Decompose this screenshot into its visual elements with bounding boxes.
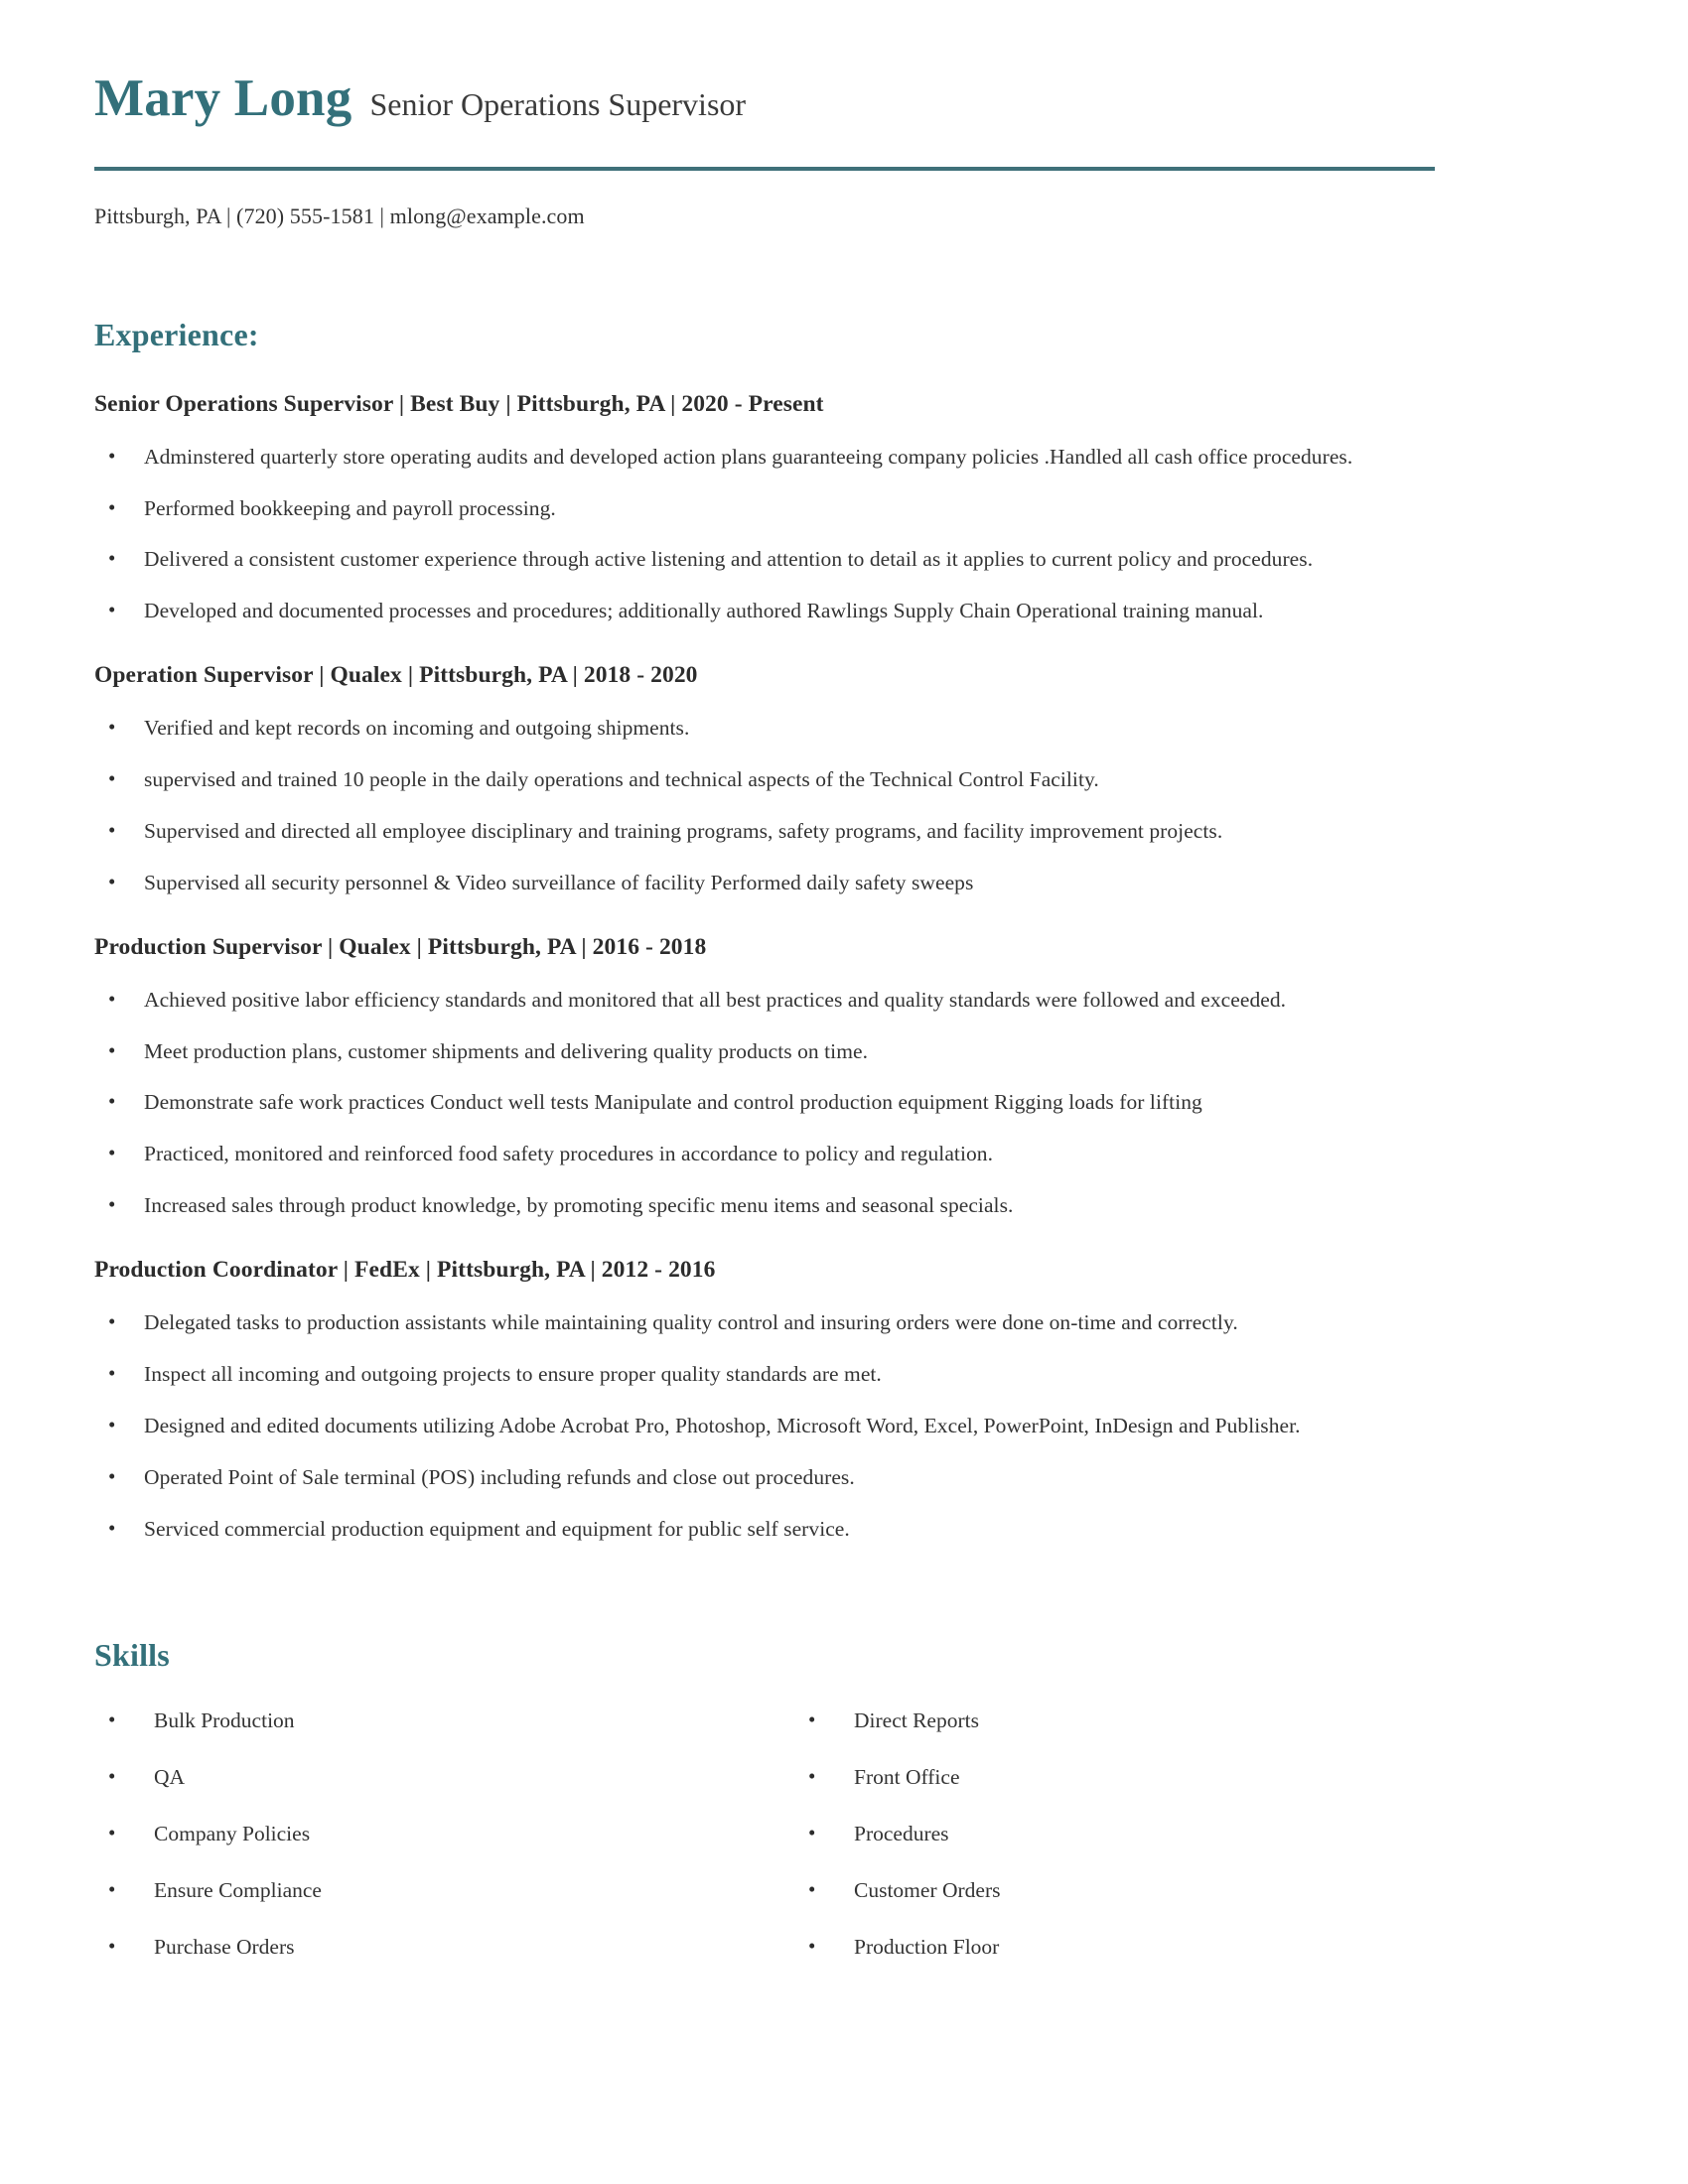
skills-section-heading: Skills (94, 1637, 170, 1674)
bullet-item: Demonstrate safe work practices Conduct … (94, 1088, 1435, 1116)
bullet-item: Practiced, monitored and reinforced food… (94, 1140, 1435, 1167)
skills-list-right: Direct Reports Front Office Procedures C… (794, 1706, 1435, 1961)
skill-item: Procedures (794, 1820, 1435, 1847)
experience-entry-bullets: Verified and kept records on incoming an… (94, 714, 1435, 896)
experience-entry-bullets: Achieved positive labor efficiency stand… (94, 986, 1435, 1219)
bullet-item: Developed and documented processes and p… (94, 597, 1435, 624)
bullet-item: Meet production plans, customer shipment… (94, 1037, 1435, 1065)
candidate-job-title: Senior Operations Supervisor (369, 86, 747, 122)
skill-item: Direct Reports (794, 1706, 1435, 1734)
experience-entry-heading: Production Supervisor | Qualex | Pittsbu… (94, 933, 707, 960)
bullet-item: Delivered a consistent customer experien… (94, 545, 1435, 573)
experience-section-heading: Experience: (94, 316, 259, 352)
bullet-item: Adminstered quarterly store operating au… (94, 443, 1435, 471)
experience-entry: Production Coordinator | FedEx | Pittsbu… (94, 1257, 1435, 1542)
bullet-item: Supervised and directed all employee dis… (94, 817, 1435, 845)
skills-columns: Bulk Production QA Company Policies Ensu… (94, 1678, 1435, 1960)
skill-item: QA (94, 1763, 765, 1791)
skills-column-right: Direct Reports Front Office Procedures C… (765, 1678, 1435, 1960)
resume-page: Mary Long Senior Operations Supervisor P… (0, 0, 1688, 2184)
skill-item: Purchase Orders (94, 1933, 765, 1961)
resume-header: Mary Long Senior Operations Supervisor P… (94, 0, 1435, 229)
bullet-item: Verified and kept records on incoming an… (94, 714, 1435, 742)
skills-section: Skills Bulk Production QA Company Polici… (94, 1637, 1435, 1960)
experience-entry: Production Supervisor | Qualex | Pittsbu… (94, 934, 1435, 1219)
skill-item: Production Floor (794, 1933, 1435, 1961)
bullet-item: Inspect all incoming and outgoing projec… (94, 1360, 1435, 1388)
experience-section: Experience: Senior Operations Supervisor… (94, 317, 1435, 1543)
experience-entry-bullets: Adminstered quarterly store operating au… (94, 443, 1435, 625)
contact-line: Pittsburgh, PA | (720) 555-1581 | mlong@… (94, 203, 585, 228)
experience-entry: Operation Supervisor | Qualex | Pittsbur… (94, 662, 1435, 896)
bullet-item: Performed bookkeeping and payroll proces… (94, 494, 1435, 522)
experience-entry-heading: Production Coordinator | FedEx | Pittsbu… (94, 1257, 716, 1284)
bullet-item: Supervised all security personnel & Vide… (94, 869, 1435, 896)
skill-item: Front Office (794, 1763, 1435, 1791)
experience-entry-heading: Senior Operations Supervisor | Best Buy … (94, 390, 824, 417)
skill-item: Company Policies (94, 1820, 765, 1847)
skills-list-left: Bulk Production QA Company Policies Ensu… (94, 1706, 765, 1961)
experience-entry: Senior Operations Supervisor | Best Buy … (94, 391, 1435, 625)
experience-entry-bullets: Delegated tasks to production assistants… (94, 1308, 1435, 1543)
experience-entry-heading: Operation Supervisor | Qualex | Pittsbur… (94, 662, 698, 689)
bullet-item: Operated Point of Sale terminal (POS) in… (94, 1463, 1435, 1491)
bullet-item: Achieved positive labor efficiency stand… (94, 986, 1435, 1014)
bullet-item: supervised and trained 10 people in the … (94, 765, 1435, 793)
name-and-title-line: Mary Long Senior Operations Supervisor (94, 69, 1435, 127)
skill-item: Ensure Compliance (94, 1876, 765, 1904)
bullet-item: Increased sales through product knowledg… (94, 1191, 1435, 1219)
header-divider (94, 166, 1435, 171)
skill-item: Bulk Production (94, 1706, 765, 1734)
candidate-name: Mary Long (94, 69, 352, 127)
bullet-item: Serviced commercial production equipment… (94, 1515, 1435, 1543)
bullet-item: Designed and edited documents utilizing … (94, 1412, 1435, 1439)
skills-column-left: Bulk Production QA Company Policies Ensu… (94, 1678, 765, 1960)
bullet-item: Delegated tasks to production assistants… (94, 1308, 1435, 1336)
skill-item: Customer Orders (794, 1876, 1435, 1904)
